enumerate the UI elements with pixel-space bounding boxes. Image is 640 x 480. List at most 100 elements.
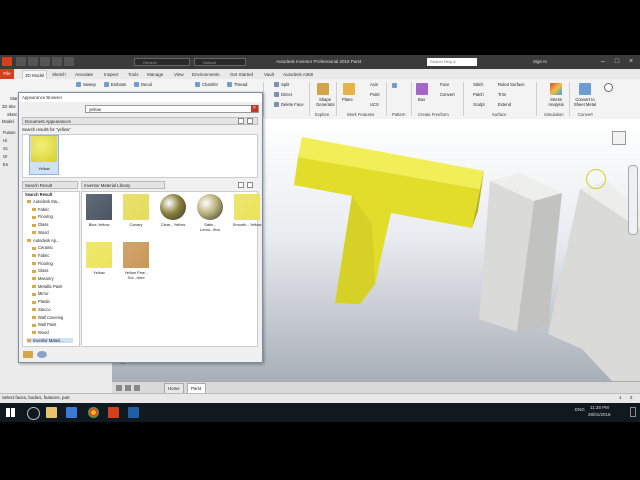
sculpt-button[interactable]: Sculpt: [473, 102, 485, 107]
appearance-swatch[interactable]: [123, 194, 149, 220]
ribbon-stub[interactable]: 2D Ske: [2, 104, 16, 109]
view-options-icon[interactable]: [238, 118, 244, 124]
tab-tools[interactable]: Tools: [128, 70, 139, 79]
tree-item[interactable]: Inventor Materi...: [27, 337, 73, 343]
file-explorer-icon[interactable]: [46, 407, 57, 418]
tree-item[interactable]: Glass: [32, 222, 48, 227]
minimize-button[interactable]: –: [596, 57, 610, 67]
chamfer-button[interactable]: Chamfer: [202, 82, 218, 87]
appearance-swatch[interactable]: [197, 194, 223, 220]
tree-header[interactable]: Search Result: [25, 192, 52, 197]
language-indicator[interactable]: ENG: [575, 407, 585, 412]
ucs-button[interactable]: UCS: [370, 102, 379, 107]
tree-item[interactable]: Fabric: [32, 207, 49, 212]
tree-item[interactable]: Autodesk Ap...: [27, 238, 59, 243]
shape-generator-button[interactable]: Shape Generator: [316, 97, 335, 107]
cortana-icon[interactable]: [27, 407, 40, 420]
undo-icon[interactable]: [52, 57, 62, 66]
appearance-swatch[interactable]: [234, 194, 260, 220]
convert-to-sheet-metal-button[interactable]: Convert to Sheet Metal: [572, 97, 598, 107]
tree-item[interactable]: Metallic Paint: [32, 284, 62, 289]
stitch-button[interactable]: Stitch: [473, 82, 483, 87]
appearance-swatch[interactable]: [86, 242, 112, 268]
tree-item[interactable]: Plastic: [32, 299, 50, 304]
patch-button[interactable]: Patch: [473, 92, 484, 97]
appearance-swatch[interactable]: [86, 194, 112, 220]
tab-list-icon[interactable]: [125, 385, 131, 391]
notification-icon[interactable]: [630, 407, 636, 417]
redo-icon[interactable]: [64, 57, 74, 66]
folder-icon[interactable]: [23, 351, 33, 358]
tree-item[interactable]: Autodesk Ma...: [27, 199, 60, 204]
tree-item[interactable]: Wall Paint: [32, 322, 56, 327]
tree-item[interactable]: Wall Covering: [32, 315, 63, 320]
tree-item[interactable]: Glass: [32, 268, 48, 273]
tab-environments[interactable]: Environments: [192, 70, 220, 79]
settings-icon[interactable]: [604, 83, 613, 92]
stress-analysis-button[interactable]: Stress Analysis: [545, 97, 567, 107]
chrome-icon[interactable]: [88, 407, 99, 418]
tree-item[interactable]: Fabric: [32, 253, 49, 258]
tab-menu-icon[interactable]: [134, 385, 140, 391]
tree-item[interactable]: Flooring: [32, 261, 53, 266]
trim-button[interactable]: Trim: [498, 92, 506, 97]
list-view-icon[interactable]: [247, 118, 253, 124]
viewcube-icon[interactable]: [612, 131, 626, 145]
close-button[interactable]: ×: [624, 57, 638, 67]
view-options-icon[interactable]: [238, 182, 244, 188]
save-icon[interactable]: [40, 57, 50, 66]
tree-row[interactable]: En: [3, 162, 8, 167]
navigation-bar[interactable]: [628, 165, 638, 235]
tree-item[interactable]: Mirror: [32, 291, 49, 296]
tree-item[interactable]: Wood: [32, 230, 49, 235]
clock-date[interactable]: 28/01/2018: [588, 412, 611, 417]
ribbon-stub[interactable]: Star: [10, 96, 18, 101]
tab-autodesk-a360[interactable]: Autodesk A360: [283, 70, 313, 79]
tab-view[interactable]: View: [174, 70, 184, 79]
list-view-icon[interactable]: [247, 182, 253, 188]
thread-button[interactable]: Thread: [234, 82, 247, 87]
tab-grid-icon[interactable]: [116, 385, 122, 391]
tab-vault[interactable]: Vault: [264, 70, 274, 79]
appearance-combo[interactable]: Default: [194, 58, 246, 66]
tree-row[interactable]: Hi: [3, 138, 7, 143]
app-taskbar-icon[interactable]: [128, 407, 139, 418]
appearance-swatch[interactable]: [160, 194, 186, 220]
clear-search-icon[interactable]: ×: [251, 105, 258, 112]
new-icon[interactable]: [16, 57, 26, 66]
decal-button[interactable]: Decal: [141, 82, 152, 87]
extend-button[interactable]: Extend: [498, 102, 511, 107]
ruled-surface-button[interactable]: Ruled Surface: [498, 82, 525, 87]
emboss-button[interactable]: Emboss: [111, 82, 126, 87]
clock-time[interactable]: 11:28 PM: [590, 405, 609, 410]
appearance-swatch[interactable]: [123, 242, 149, 268]
tree-item[interactable]: Stucco: [32, 307, 51, 312]
axis-button[interactable]: Axis: [370, 82, 378, 87]
maximize-button[interactable]: □: [610, 57, 624, 67]
help-search-input[interactable]: Search Help & Commands...: [427, 58, 477, 72]
tab-file[interactable]: File: [0, 69, 14, 79]
convert-button[interactable]: Convert: [440, 92, 455, 97]
dialog-title[interactable]: Appearance Browser: [19, 93, 262, 102]
delete-face-button[interactable]: Delete Face: [281, 102, 304, 107]
tree-row[interactable]: Or: [3, 154, 8, 159]
sweep-button[interactable]: Sweep: [83, 82, 96, 87]
tree-item[interactable]: Masonry: [32, 276, 54, 281]
search-result-dropdown[interactable]: Search Result: [22, 181, 78, 189]
tab-sketch[interactable]: Sketch: [52, 70, 66, 79]
point-button[interactable]: Point: [370, 92, 380, 97]
direct-button[interactable]: Direct: [281, 92, 292, 97]
tree-item[interactable]: Flooring: [32, 214, 53, 219]
plane-button[interactable]: Plane: [342, 97, 353, 102]
inventor-taskbar-icon[interactable]: [108, 407, 119, 418]
tree-item[interactable]: Wood: [32, 330, 49, 335]
inventor-logo-icon[interactable]: [2, 57, 12, 66]
material-combo[interactable]: Generic: [134, 58, 190, 66]
create-material-icon[interactable]: [37, 351, 47, 358]
tree-item[interactable]: Ceramic: [32, 245, 53, 250]
sign-in-link[interactable]: Sign In: [533, 59, 547, 64]
tab-manage[interactable]: Manage: [147, 70, 163, 79]
tree-row[interactable]: Fusion: [3, 130, 16, 135]
library-dropdown[interactable]: Inventor Material Library: [81, 181, 165, 189]
split-button[interactable]: Split: [281, 82, 289, 87]
